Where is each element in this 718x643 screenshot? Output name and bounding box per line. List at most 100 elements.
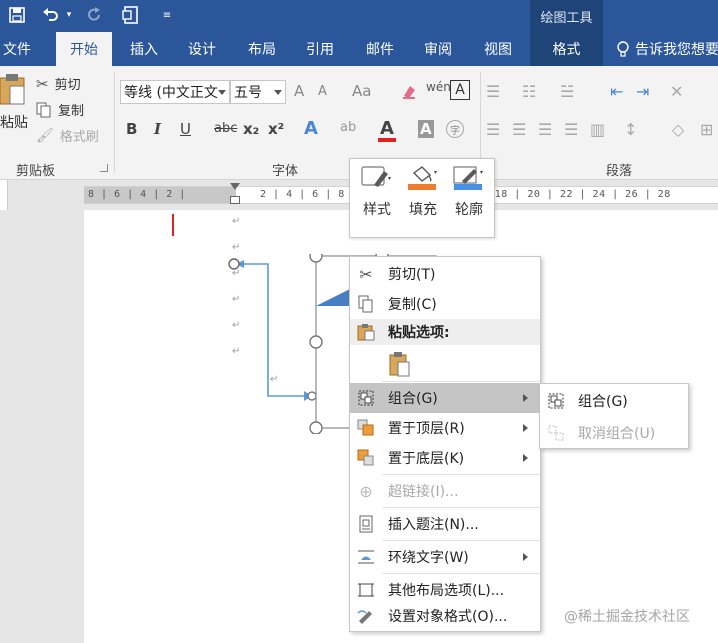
format-object-icon [356,606,376,626]
clipboard-launcher-icon[interactable] [100,164,108,172]
tab-format[interactable]: 格式 [530,32,603,66]
tab-view[interactable]: 视图 [470,32,526,66]
menu-item-bring-to-front[interactable]: 置于顶层(R) [350,413,540,443]
superscript-button[interactable]: x² [268,120,284,138]
font-color-swatch [378,138,396,142]
tab-home[interactable]: 开始 [56,32,112,66]
phonetic-guide-icon[interactable]: wén [426,80,451,94]
menu-separator [382,540,540,541]
italic-button[interactable]: I [154,120,161,138]
chinese-layout-icon[interactable]: ✕ [670,82,683,101]
tell-me-search[interactable]: 告诉我您想要 [616,32,718,66]
customize-qat-icon[interactable]: ≡ [160,4,174,26]
tab-references[interactable]: 引用 [292,32,348,66]
subscript-button[interactable]: x₂ [243,120,259,138]
menu-item-label: 置于顶层(R) [388,421,465,437]
numbering-icon[interactable]: ☷ [522,82,536,101]
menu-item-cut[interactable]: ✂ 剪切(T) [350,259,540,289]
menu-item-label: 插入题注(N)... [388,517,479,533]
menu-item-insert-caption[interactable]: 插入题注(N)... [350,509,540,539]
decrease-indent-icon[interactable]: ⇤ [610,82,623,101]
highlight-icon[interactable]: ab [340,120,356,135]
shape-style-button[interactable]: 样式 [356,165,398,231]
tab-insert[interactable]: 插入 [116,32,172,66]
submenu-item-ungroup[interactable]: 取消组合(U) [540,418,688,448]
menu-item-wrap-text[interactable]: 环绕文字(W) [350,542,540,572]
shrink-font-button[interactable]: A [318,84,327,99]
increase-indent-icon[interactable]: ⇥ [636,82,649,101]
tab-review[interactable]: 审阅 [410,32,466,66]
submenu-arrow-icon [523,454,528,462]
menu-item-send-to-back[interactable]: 置于底层(K) [350,443,540,473]
shading-icon[interactable]: ◇ [672,120,684,139]
format-painter-button[interactable]: 🖌 格式刷 [36,126,99,146]
submenu-arrow-icon [523,424,528,432]
change-case-button[interactable]: Aa [352,82,371,100]
copy-icon [36,102,51,117]
menu-item-label: 其他布局选项(L)... [388,583,505,599]
watermark-text: @稀土掘金技术社区 [564,609,690,625]
shape-style-label: 样式 [363,202,391,218]
clear-format-icon[interactable] [400,82,418,100]
copy-button[interactable]: 复制 [36,100,84,119]
strikethrough-button[interactable]: abc [214,121,237,136]
format-painter-label: 格式刷 [59,130,99,145]
context-menu: ✂ 剪切(T) 复制(C) 粘贴选项: 组合(G) 置于顶层(R) 置于底层(K… [349,256,541,632]
fill-label: 填充 [409,202,437,218]
paste-keep-source-icon[interactable] [388,351,412,377]
redo-icon[interactable] [84,4,106,26]
font-color-button[interactable]: A [380,118,394,139]
paste-icon [356,322,376,342]
left-indent-marker[interactable] [230,196,240,204]
align-left-icon[interactable]: ☰ [486,120,500,139]
cut-button[interactable]: ✂ 剪切 [36,74,81,94]
tell-me-text: 告诉我您想要 [635,42,718,58]
undo-dropdown-icon[interactable]: ▾ [64,4,74,26]
distributed-icon[interactable]: ▥ [590,120,605,139]
fill-button[interactable]: 填充 [402,165,444,231]
char-shading-button[interactable]: A [418,120,434,138]
outline-button[interactable]: 轮廓 [448,165,490,231]
tab-design[interactable]: 设计 [174,32,230,66]
shape-style-icon [361,166,391,187]
paste-label: 粘贴 [0,115,28,131]
undo-icon[interactable] [40,4,62,26]
borders-icon[interactable]: ⊞ [700,120,713,139]
multilevel-list-icon[interactable]: ☱ [560,82,574,101]
bold-button[interactable]: B [126,120,137,138]
char-border-icon[interactable]: A [450,80,470,100]
insert-caption-icon [356,514,376,534]
bullets-icon[interactable]: ☰ [486,82,500,101]
bring-to-front-icon [356,418,376,438]
align-right-icon[interactable]: ☰ [538,120,552,139]
submenu-item-group[interactable]: 组合(G) [540,386,688,416]
tab-layout[interactable]: 布局 [234,32,290,66]
tab-mailings[interactable]: 邮件 [352,32,408,66]
mini-toolbar: 样式 填充 轮廓 [349,158,495,238]
print-preview-icon[interactable] [120,4,142,26]
font-size-combo[interactable]: 五号 [230,80,286,104]
copy-label: 复制 [58,104,85,119]
font-name-value: 等线 (中文正文 [124,85,218,101]
paragraph-group-label: 段落 [606,164,633,179]
menu-item-format-object[interactable]: 设置对象格式(O)... [350,601,540,631]
line-spacing-icon[interactable]: ↕ [624,120,637,139]
menu-separator [382,507,540,508]
enclose-char-button[interactable]: 字 [446,120,464,138]
layout-options-icon [356,580,376,600]
grow-font-button[interactable]: A [294,82,304,100]
underline-button[interactable]: U [180,120,191,138]
text-effects-button[interactable]: A [304,118,318,139]
menu-item-copy[interactable]: 复制(C) [350,289,540,319]
menu-item-hyperlink[interactable]: ⊕ 超链接(I)... [350,476,540,506]
font-name-combo[interactable]: 等线 (中文正文 [120,80,230,104]
save-icon[interactable] [6,4,28,26]
paste-button[interactable]: 粘贴 [0,74,30,154]
align-center-icon[interactable]: ☰ [512,120,526,139]
tab-file[interactable]: 文件 [0,32,34,66]
justify-icon[interactable]: ☰ [564,120,578,139]
wrap-text-icon [356,547,376,567]
menu-item-group[interactable]: 组合(G) [350,383,540,413]
first-line-indent-marker[interactable] [230,183,240,190]
chevron-down-icon [218,90,226,95]
